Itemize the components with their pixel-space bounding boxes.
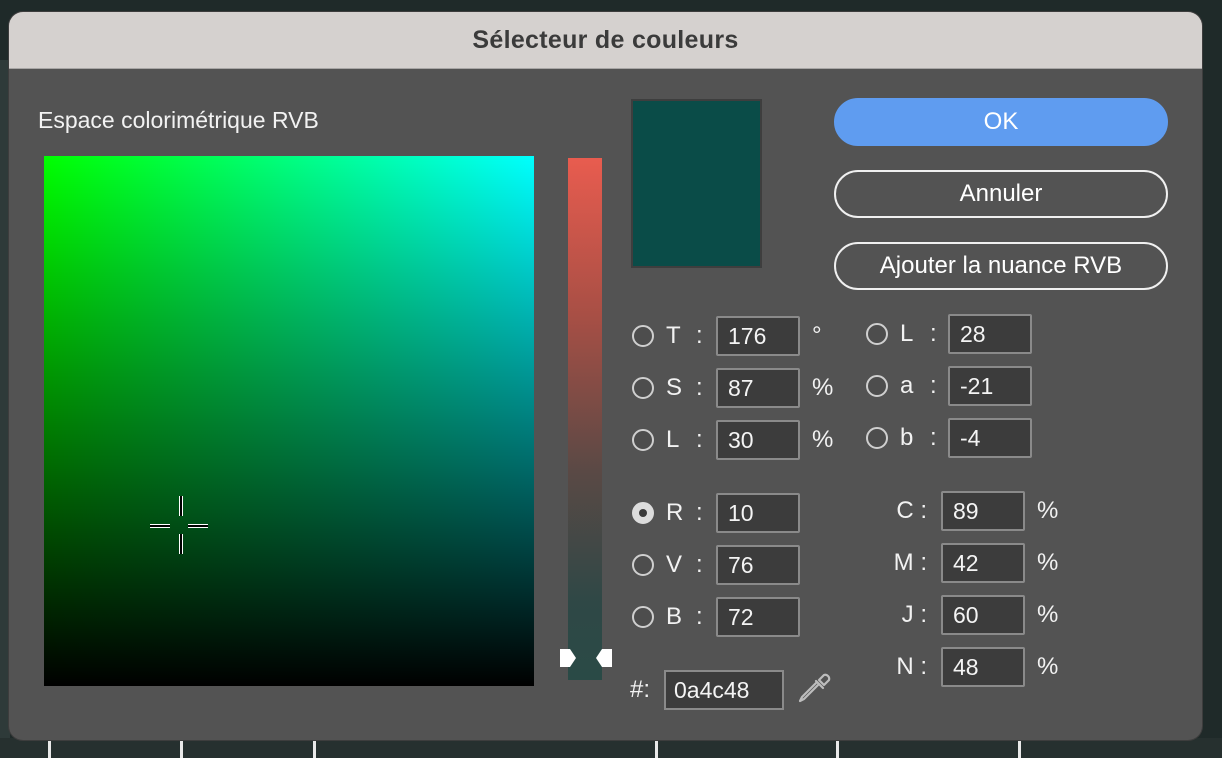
- lab-b-label: b: [900, 424, 914, 451]
- lab-b-radio[interactable]: [866, 427, 888, 449]
- green-row: V : 76: [632, 545, 800, 585]
- hex-label: #:: [630, 676, 651, 703]
- cyan-unit: %: [1037, 497, 1059, 524]
- background-strip: [0, 738, 1222, 758]
- lab-a-radio[interactable]: [866, 375, 888, 397]
- saturation-radio[interactable]: [632, 377, 654, 399]
- yellow-letter: J: [901, 601, 914, 628]
- lab-l-input[interactable]: 28: [948, 314, 1032, 354]
- colon: :: [930, 372, 937, 399]
- lightness-unit: %: [812, 426, 834, 453]
- red-label: R: [666, 499, 684, 526]
- lab-b-row: b : -4: [866, 418, 1032, 458]
- colon: :: [920, 549, 927, 576]
- saturation-unit: %: [812, 374, 834, 401]
- yellow-input[interactable]: 60: [941, 595, 1025, 635]
- crosshair-icon[interactable]: [150, 496, 210, 556]
- hue-input[interactable]: 176: [716, 316, 800, 356]
- colon: :: [920, 601, 927, 628]
- colon: :: [696, 499, 703, 526]
- colon: :: [930, 320, 937, 347]
- colorspace-label: Espace colorimétrique RVB: [38, 107, 319, 133]
- cyan-row: C : 89 %: [871, 491, 1059, 531]
- hex-row: #: 0a4c48: [630, 670, 834, 710]
- red-radio[interactable]: [632, 502, 654, 524]
- lightness-radio[interactable]: [632, 429, 654, 451]
- cancel-button[interactable]: Annuler: [834, 170, 1168, 218]
- lab-l-radio[interactable]: [866, 323, 888, 345]
- lab-a-row: a : -21: [866, 366, 1032, 406]
- green-label: V: [666, 551, 683, 578]
- magenta-unit: %: [1037, 549, 1059, 576]
- colon: :: [696, 322, 703, 349]
- blue-row: B : 72: [632, 597, 800, 637]
- blue-radio[interactable]: [632, 606, 654, 628]
- yellow-unit: %: [1037, 601, 1059, 628]
- magenta-label: M :: [871, 549, 927, 577]
- ok-button[interactable]: OK: [834, 98, 1168, 146]
- dialog-title: Sélecteur de couleurs: [9, 12, 1202, 69]
- black-row: N : 48 %: [871, 647, 1059, 687]
- red-channel-slider[interactable]: [568, 158, 602, 680]
- eyedropper-icon[interactable]: [794, 670, 834, 710]
- hue-label: T: [666, 322, 681, 349]
- blue-label: B: [666, 603, 683, 630]
- colon: :: [696, 426, 703, 453]
- add-swatch-button[interactable]: Ajouter la nuance RVB: [834, 242, 1168, 290]
- magenta-row: M : 42 %: [871, 543, 1059, 583]
- black-label: N :: [871, 653, 927, 681]
- black-input[interactable]: 48: [941, 647, 1025, 687]
- colon: :: [696, 603, 703, 630]
- slider-handle-icon[interactable]: [558, 647, 614, 669]
- lightness-label: L: [666, 426, 680, 453]
- current-color-swatch: [631, 99, 762, 268]
- colon: :: [920, 497, 927, 524]
- saturation-label: S: [666, 374, 683, 401]
- red-row: R : 10: [632, 493, 800, 533]
- lightness-input[interactable]: 30: [716, 420, 800, 460]
- color-picker-dialog: Sélecteur de couleurs Espace colorimétri…: [9, 12, 1202, 740]
- saturation-row: S : 87 %: [632, 368, 834, 408]
- colon: :: [696, 551, 703, 578]
- hue-row: T : 176 °: [632, 316, 832, 356]
- blue-input[interactable]: 72: [716, 597, 800, 637]
- lab-a-input[interactable]: -21: [948, 366, 1032, 406]
- cyan-input[interactable]: 89: [941, 491, 1025, 531]
- green-input[interactable]: 76: [716, 545, 800, 585]
- lab-b-input[interactable]: -4: [948, 418, 1032, 458]
- colon: :: [696, 374, 703, 401]
- magenta-input[interactable]: 42: [941, 543, 1025, 583]
- lab-a-label: a: [900, 372, 914, 399]
- saturation-input[interactable]: 87: [716, 368, 800, 408]
- cyan-label: C :: [871, 497, 927, 525]
- black-letter: N: [896, 653, 914, 680]
- red-input[interactable]: 10: [716, 493, 800, 533]
- lightness-row: L : 30 %: [632, 420, 834, 460]
- black-unit: %: [1037, 653, 1059, 680]
- cyan-letter: C: [896, 497, 914, 524]
- color-field[interactable]: [44, 156, 534, 686]
- lab-l-label: L: [900, 320, 914, 347]
- magenta-letter: M: [893, 549, 914, 576]
- colon: :: [920, 653, 927, 680]
- lab-l-row: L : 28: [866, 314, 1032, 354]
- yellow-row: J : 60 %: [871, 595, 1059, 635]
- colon: :: [930, 424, 937, 451]
- green-radio[interactable]: [632, 554, 654, 576]
- hue-radio[interactable]: [632, 325, 654, 347]
- yellow-label: J :: [871, 601, 927, 629]
- hue-unit: °: [812, 322, 822, 349]
- hex-input[interactable]: 0a4c48: [664, 670, 784, 710]
